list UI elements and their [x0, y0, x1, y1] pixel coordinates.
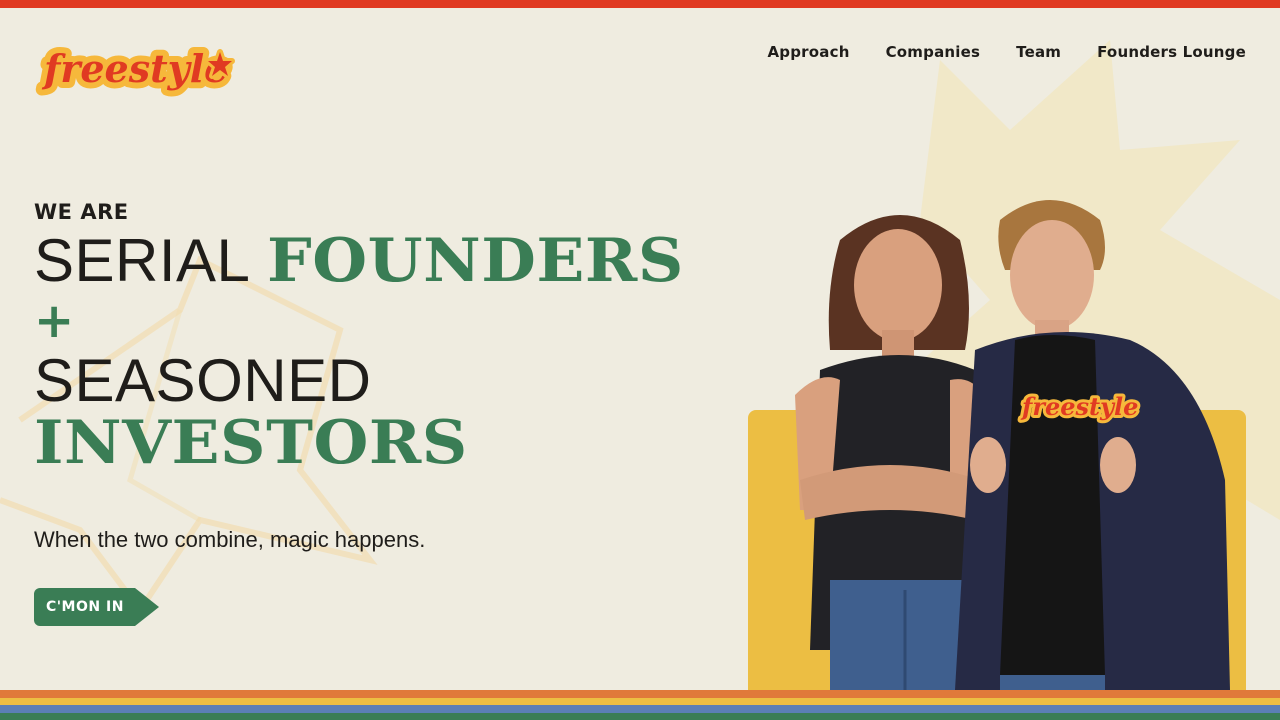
- hero-line-3: INVESTORS: [34, 412, 694, 474]
- hero-word-serial: SERIAL: [34, 227, 251, 294]
- svg-text:freestyle: freestyle: [1020, 392, 1138, 421]
- man-figure: freestyle freestyle: [955, 200, 1230, 690]
- hero-tagline: When the two combine, magic happens.: [34, 527, 426, 552]
- founders-photo: freestyle freestyle: [795, 200, 1230, 690]
- main-nav: Approach Companies Team Founders Lounge: [768, 42, 1247, 62]
- hero-word-founders: FOUNDERS: [267, 226, 684, 296]
- cmon-in-button[interactable]: C'MON IN: [34, 588, 159, 626]
- nav-team[interactable]: Team: [1016, 42, 1061, 62]
- hero-word-investors: INVESTORS: [34, 408, 468, 478]
- stripe-orange: [0, 690, 1280, 698]
- hero-plus: +: [34, 293, 75, 349]
- hero-heading: WE ARE SERIAL FOUNDERS + SEASONED INVEST…: [34, 198, 694, 474]
- nav-approach[interactable]: Approach: [768, 42, 850, 62]
- svg-text:freestyle: freestyle: [41, 46, 228, 91]
- hero-line-1: SERIAL FOUNDERS: [34, 226, 694, 296]
- stripe-green: [0, 712, 1280, 720]
- hero-word-seasoned: SEASONED: [34, 347, 372, 414]
- stripe-blue: [0, 705, 1280, 713]
- nav-founders-lounge[interactable]: Founders Lounge: [1097, 42, 1246, 62]
- footer-stripes: [0, 690, 1280, 720]
- hero-eyebrow: WE ARE: [34, 200, 129, 224]
- top-accent-bar: [0, 0, 1280, 8]
- woman-figure: [795, 215, 985, 690]
- stripe-yellow: [0, 697, 1280, 705]
- cta-label: C'MON IN: [34, 588, 135, 626]
- freestyle-logo[interactable]: freestyle freestyle: [34, 36, 236, 102]
- arrow-tip-icon: [135, 588, 159, 626]
- nav-companies[interactable]: Companies: [886, 42, 981, 62]
